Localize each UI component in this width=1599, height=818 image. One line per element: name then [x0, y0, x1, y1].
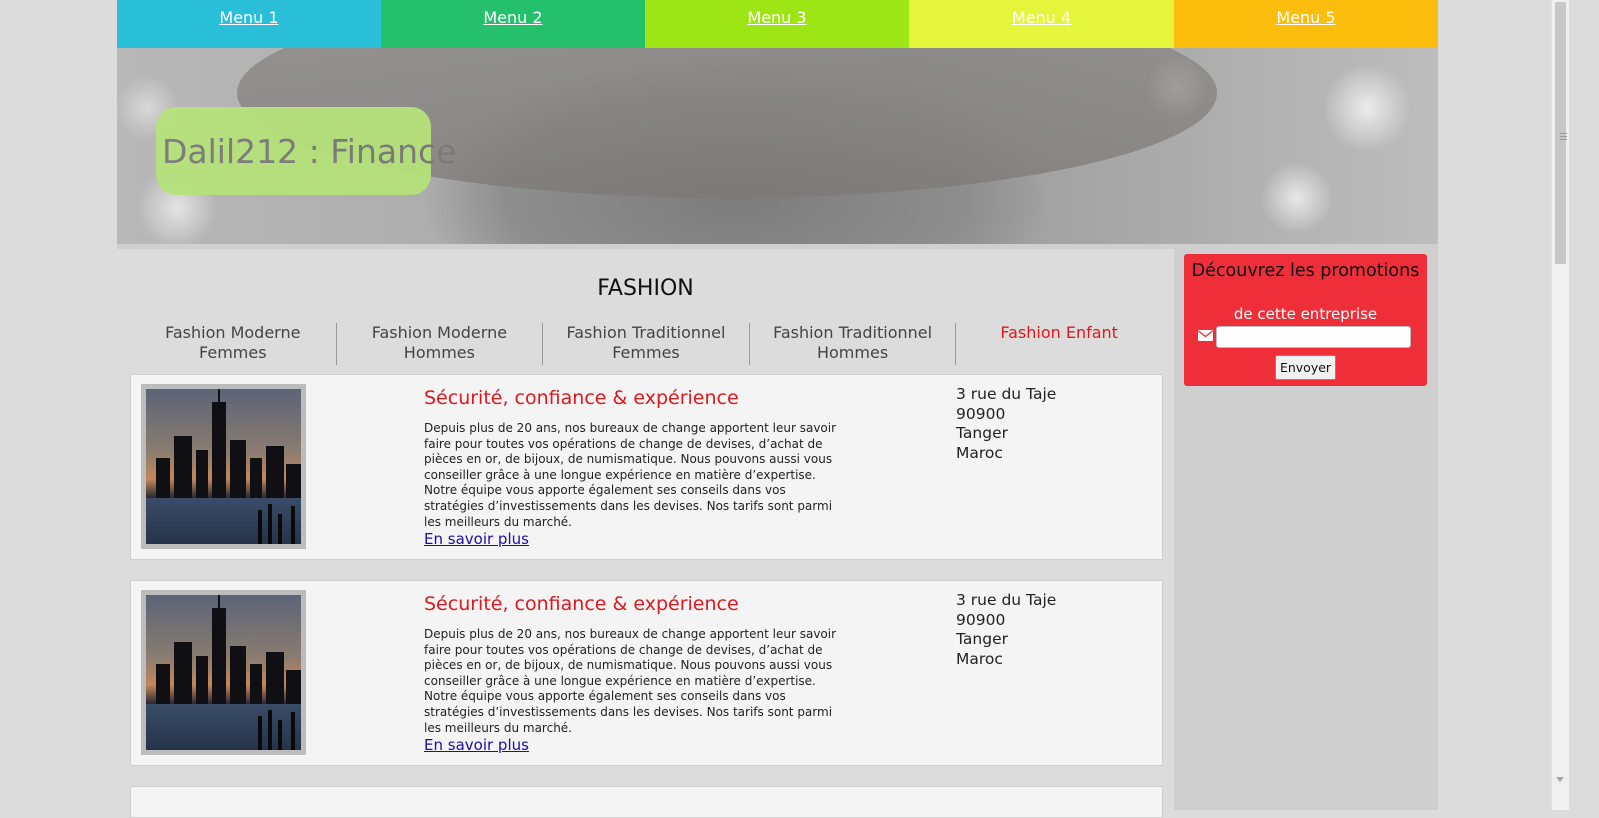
page-container: Menu 1 Menu 2 Menu 3 Menu 4 Menu 5 Dalil… [117, 0, 1438, 818]
city-skyline-image [146, 595, 301, 750]
menu-link-5[interactable]: Menu 5 [1276, 8, 1335, 27]
scrollbar-thumb[interactable] [1555, 2, 1567, 264]
listing-card [130, 786, 1163, 818]
category-tabs: Fashion Moderne Femmes Fashion Moderne H… [130, 323, 1162, 365]
city-skyline-image [146, 389, 301, 544]
address-postcode: 90900 [956, 610, 1006, 629]
send-button[interactable]: Envoyer [1275, 355, 1336, 380]
listing-image-frame [141, 590, 306, 755]
site-title: Dalil212 : Finance [162, 131, 457, 171]
tab-fashion-traditionnel-femmes[interactable]: Fashion Traditionnel Femmes [543, 323, 750, 365]
scroll-down-arrow-icon[interactable] [1556, 777, 1564, 782]
promo-signup-box: Découvrez les promotions de cette entrep… [1184, 254, 1427, 386]
read-more-link[interactable]: En savoir plus [424, 736, 529, 754]
menu-link-1[interactable]: Menu 1 [219, 8, 278, 27]
vertical-scrollbar[interactable] [1551, 0, 1569, 810]
listing-description: Depuis plus de 20 ans, nos bureaux de ch… [424, 421, 837, 529]
tab-fashion-moderne-hommes[interactable]: Fashion Moderne Hommes [337, 323, 544, 365]
promo-heading: Découvrez les promotions [1191, 261, 1420, 281]
site-title-box: Dalil212 : Finance [156, 107, 456, 195]
read-more-link[interactable]: En savoir plus [424, 530, 529, 548]
tab-fashion-traditionnel-hommes[interactable]: Fashion Traditionnel Hommes [750, 323, 957, 365]
top-menu: Menu 1 Menu 2 Menu 3 Menu 4 Menu 5 [117, 0, 1438, 48]
address-postcode: 90900 [956, 404, 1006, 423]
menu-item-4: Menu 4 [909, 0, 1174, 48]
menu-link-4[interactable]: Menu 4 [1012, 8, 1071, 27]
address-city: Tanger [956, 630, 1008, 649]
section-title: FASHION [597, 276, 694, 301]
menu-item-1: Menu 1 [117, 0, 381, 48]
tab-fashion-enfant[interactable]: Fashion Enfant [956, 323, 1162, 365]
address-city: Tanger [956, 424, 1008, 443]
email-input[interactable] [1216, 326, 1411, 348]
address-country: Maroc [956, 649, 1003, 668]
listing-card: Sécurité, confiance & expérience Depuis … [130, 580, 1163, 766]
menu-link-2[interactable]: Menu 2 [483, 8, 542, 27]
listing-address: 3 rue du Taje 90900 Tanger Maroc [956, 591, 1056, 669]
menu-item-3: Menu 3 [645, 0, 909, 48]
listing-description: Depuis plus de 20 ans, nos bureaux de ch… [424, 627, 837, 735]
menu-item-2: Menu 2 [381, 0, 645, 48]
listing-address: 3 rue du Taje 90900 Tanger Maroc [956, 385, 1056, 463]
promo-subheading: de cette entreprise [1233, 305, 1378, 323]
listing-card: Sécurité, confiance & expérience Depuis … [130, 374, 1163, 560]
menu-link-3[interactable]: Menu 3 [747, 8, 806, 27]
address-street: 3 rue du Taje [956, 385, 1057, 403]
listing-title: Sécurité, confiance & expérience [424, 593, 739, 615]
listing-image-frame [141, 384, 306, 549]
address-street: 3 rue du Taje [956, 591, 1057, 609]
envelope-icon [1198, 330, 1213, 341]
main-content: FASHION Fashion Moderne Femmes Fashion M… [117, 249, 1174, 818]
banner: Dalil212 : Finance [117, 48, 1438, 244]
menu-item-5: Menu 5 [1174, 0, 1438, 48]
listing-title: Sécurité, confiance & expérience [424, 387, 739, 409]
tab-fashion-moderne-femmes[interactable]: Fashion Moderne Femmes [130, 323, 337, 365]
address-country: Maroc [956, 443, 1003, 462]
